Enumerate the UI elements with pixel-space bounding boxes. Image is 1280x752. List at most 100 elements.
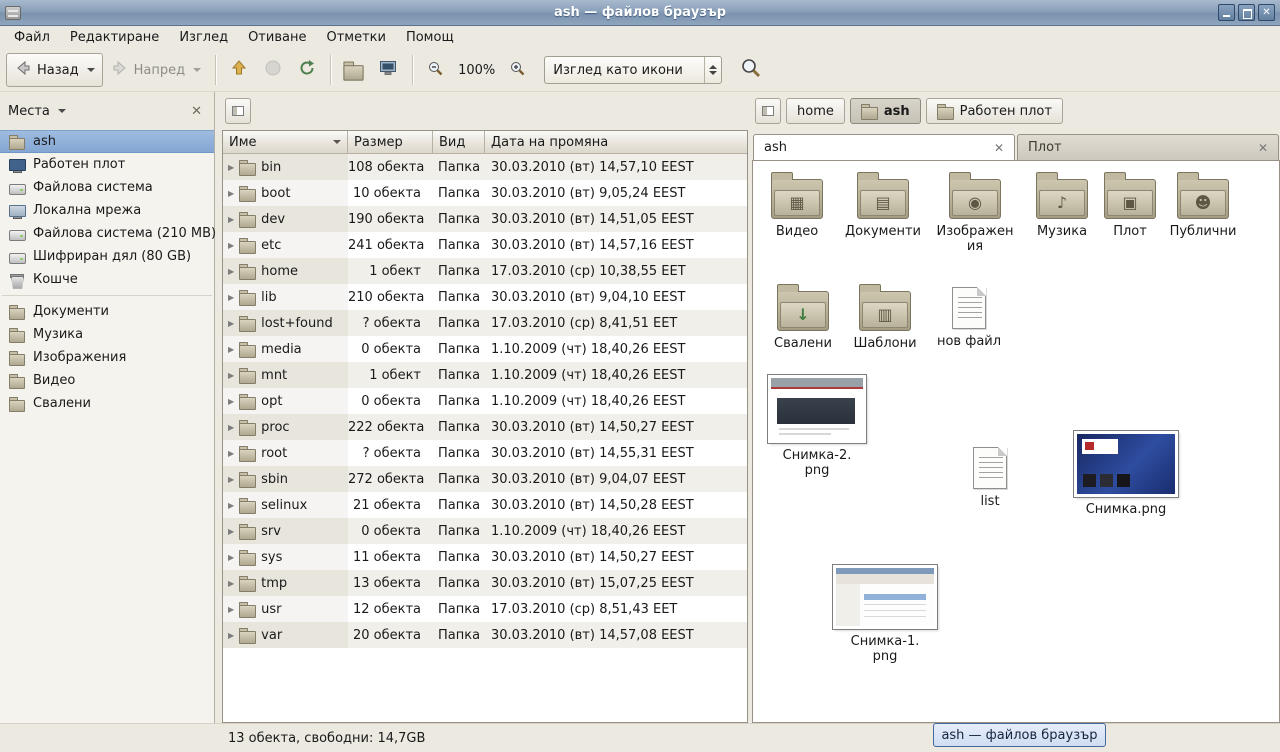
table-row[interactable]: ▶ media 0 обекта Папка 1.10.2009 (чт) 18… bbox=[223, 336, 747, 362]
menu-item[interactable]: Помощ bbox=[396, 26, 464, 49]
file-icon[interactable]: Изображен ия bbox=[931, 171, 1019, 254]
maximize-button[interactable] bbox=[1238, 4, 1255, 21]
table-row[interactable]: ▶ sys 11 обекта Папка 30.03.2010 (вт) 14… bbox=[223, 544, 747, 570]
sidebar-close-icon[interactable]: ✕ bbox=[187, 102, 206, 121]
stop-button[interactable] bbox=[256, 53, 290, 87]
pane-splitter[interactable] bbox=[215, 92, 222, 723]
expander-icon[interactable]: ▶ bbox=[228, 163, 234, 172]
zoom-in-button[interactable] bbox=[501, 53, 534, 87]
back-menu-chevron-icon[interactable] bbox=[87, 68, 95, 72]
sidebar-item[interactable]: Файлова система (210 MB) bbox=[0, 222, 214, 245]
column-header-name[interactable]: Име bbox=[223, 131, 348, 154]
titlebar[interactable]: ash — файлов браузър bbox=[0, 0, 1280, 26]
menu-item[interactable]: Изглед bbox=[169, 26, 238, 49]
column-header-type[interactable]: Вид bbox=[433, 131, 485, 154]
expander-icon[interactable]: ▶ bbox=[228, 371, 234, 380]
sidebar-item[interactable]: Музика bbox=[0, 323, 214, 346]
computer-button[interactable] bbox=[370, 53, 406, 87]
tab[interactable]: Плот ✕ bbox=[1017, 134, 1279, 160]
reload-button[interactable] bbox=[290, 53, 324, 87]
pathbar-button[interactable]: ash bbox=[850, 98, 921, 124]
table-row[interactable]: ▶ sbin 272 обекта Папка 30.03.2010 (вт) … bbox=[223, 466, 747, 492]
expander-icon[interactable]: ▶ bbox=[228, 189, 234, 198]
expander-icon[interactable]: ▶ bbox=[228, 423, 234, 432]
tab[interactable]: ash ✕ bbox=[753, 134, 1015, 160]
sidebar-item[interactable]: Шифриран дял (80 GB) bbox=[0, 245, 214, 268]
file-icon[interactable]: Свалени bbox=[767, 283, 839, 351]
table-row[interactable]: ▶ mnt 1 обект Папка 1.10.2009 (чт) 18,40… bbox=[223, 362, 747, 388]
search-button[interactable] bbox=[732, 53, 770, 87]
menu-item[interactable]: Отиване bbox=[238, 26, 316, 49]
icon-view-canvas[interactable]: Видео Документи Изображен ия bbox=[752, 160, 1280, 723]
file-icon[interactable]: Снимка-1. png bbox=[829, 565, 941, 664]
sidebar-item[interactable]: Файлова система bbox=[0, 176, 214, 199]
column-header-date[interactable]: Дата на промяна bbox=[485, 131, 747, 154]
file-icon[interactable]: Документи bbox=[841, 171, 925, 239]
expander-icon[interactable]: ▶ bbox=[228, 475, 234, 484]
expander-icon[interactable]: ▶ bbox=[228, 345, 234, 354]
file-icon[interactable]: Снимка-2. png bbox=[765, 375, 869, 478]
table-row[interactable]: ▶ lib 210 обекта Папка 30.03.2010 (вт) 9… bbox=[223, 284, 747, 310]
expander-icon[interactable]: ▶ bbox=[228, 527, 234, 536]
tab-close-icon[interactable]: ✕ bbox=[1258, 141, 1268, 155]
location-bar-toggle-button[interactable] bbox=[755, 98, 781, 124]
table-row[interactable]: ▶ dev 190 обекта Папка 30.03.2010 (вт) 1… bbox=[223, 206, 747, 232]
sidebar-item[interactable]: Работен плот bbox=[0, 153, 214, 176]
table-row[interactable]: ▶ bin 108 обекта Папка 30.03.2010 (вт) 1… bbox=[223, 154, 747, 180]
file-icon[interactable]: Публични bbox=[1165, 171, 1241, 239]
expander-icon[interactable]: ▶ bbox=[228, 553, 234, 562]
expander-icon[interactable]: ▶ bbox=[228, 631, 234, 640]
file-icon[interactable]: Снимка.png bbox=[1069, 431, 1183, 517]
expander-icon[interactable]: ▶ bbox=[228, 319, 234, 328]
column-header-size[interactable]: Размер bbox=[348, 131, 433, 154]
expander-icon[interactable]: ▶ bbox=[228, 241, 234, 250]
expander-icon[interactable]: ▶ bbox=[228, 215, 234, 224]
table-row[interactable]: ▶ var 20 обекта Папка 30.03.2010 (вт) 14… bbox=[223, 622, 747, 648]
file-icon[interactable]: Музика bbox=[1027, 171, 1097, 239]
file-icon[interactable]: Видео bbox=[761, 171, 833, 239]
minimize-button[interactable] bbox=[1218, 4, 1235, 21]
expander-icon[interactable]: ▶ bbox=[228, 267, 234, 276]
file-icon[interactable]: Шаблони bbox=[847, 283, 923, 351]
table-row[interactable]: ▶ tmp 13 обекта Папка 30.03.2010 (вт) 15… bbox=[223, 570, 747, 596]
expander-icon[interactable]: ▶ bbox=[228, 397, 234, 406]
expander-icon[interactable]: ▶ bbox=[228, 293, 234, 302]
file-icon[interactable]: list bbox=[959, 443, 1021, 509]
menu-item[interactable]: Редактиране bbox=[60, 26, 169, 49]
menu-item[interactable]: Отметки bbox=[316, 26, 395, 49]
expander-icon[interactable]: ▶ bbox=[228, 579, 234, 588]
table-row[interactable]: ▶ lost+found ? обекта Папка 17.03.2010 (… bbox=[223, 310, 747, 336]
sidebar-item[interactable]: Видео bbox=[0, 369, 214, 392]
table-row[interactable]: ▶ etc 241 обекта Папка 30.03.2010 (вт) 1… bbox=[223, 232, 747, 258]
expander-icon[interactable]: ▶ bbox=[228, 449, 234, 458]
table-row[interactable]: ▶ selinux 21 обекта Папка 30.03.2010 (вт… bbox=[223, 492, 747, 518]
taskbar-window-button[interactable]: ash — файлов браузър bbox=[933, 723, 1106, 747]
back-button[interactable]: Назад bbox=[6, 53, 103, 87]
menu-item[interactable]: Файл bbox=[4, 26, 60, 49]
location-bar-toggle-button[interactable] bbox=[225, 98, 251, 124]
table-row[interactable]: ▶ boot 10 обекта Папка 30.03.2010 (вт) 9… bbox=[223, 180, 747, 206]
sidebar-item[interactable]: Документи bbox=[0, 300, 214, 323]
view-mode-select[interactable]: Изглед като икони bbox=[544, 56, 722, 84]
home-button[interactable] bbox=[337, 53, 370, 87]
table-row[interactable]: ▶ usr 12 обекта Папка 17.03.2010 (ср) 8,… bbox=[223, 596, 747, 622]
table-row[interactable]: ▶ home 1 обект Папка 17.03.2010 (ср) 10,… bbox=[223, 258, 747, 284]
sidebar-item[interactable]: Свалени bbox=[0, 392, 214, 415]
file-icon[interactable]: нов файл bbox=[933, 283, 1005, 349]
close-button[interactable] bbox=[1258, 4, 1275, 21]
table-row[interactable]: ▶ srv 0 обекта Папка 1.10.2009 (чт) 18,4… bbox=[223, 518, 747, 544]
sidebar-item[interactable]: Локална мрежа bbox=[0, 199, 214, 222]
forward-button[interactable]: Напред bbox=[103, 53, 209, 87]
pathbar-button[interactable]: home bbox=[786, 98, 845, 124]
sidebar-mode-select[interactable]: Места bbox=[8, 104, 66, 119]
expander-icon[interactable]: ▶ bbox=[228, 501, 234, 510]
sidebar-item[interactable]: ash bbox=[0, 130, 214, 153]
file-icon[interactable]: Плот bbox=[1099, 171, 1161, 239]
table-row[interactable]: ▶ proc 222 обекта Папка 30.03.2010 (вт) … bbox=[223, 414, 747, 440]
expander-icon[interactable]: ▶ bbox=[228, 605, 234, 614]
zoom-out-button[interactable] bbox=[419, 53, 452, 87]
tab-close-icon[interactable]: ✕ bbox=[994, 141, 1004, 155]
table-row[interactable]: ▶ root ? обекта Папка 30.03.2010 (вт) 14… bbox=[223, 440, 747, 466]
table-row[interactable]: ▶ opt 0 обекта Папка 1.10.2009 (чт) 18,4… bbox=[223, 388, 747, 414]
pathbar-button[interactable]: Работен плот bbox=[926, 98, 1063, 124]
